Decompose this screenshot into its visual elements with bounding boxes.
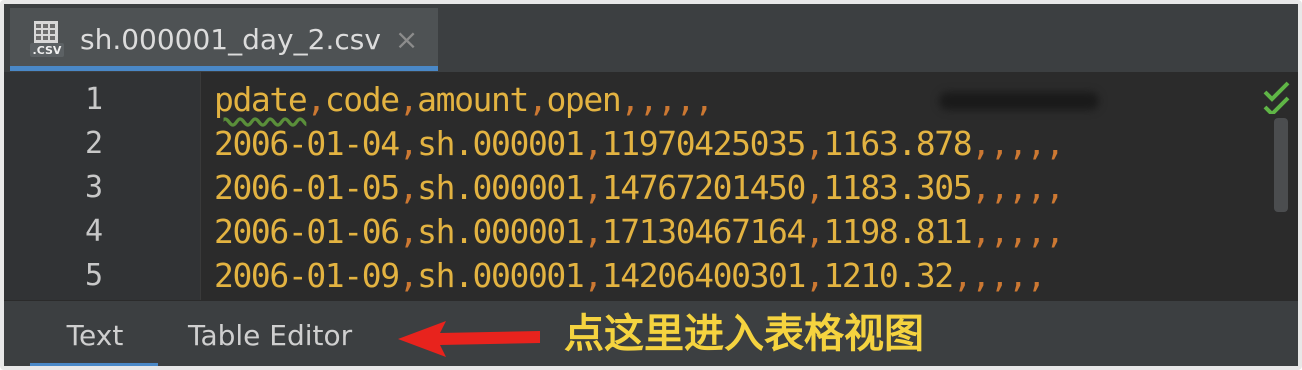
code-line[interactable]: 2006-01-04,sh.000001,11970425035,1163.87… — [214, 122, 1065, 166]
comma-separator: , — [620, 80, 640, 119]
vertical-scrollbar[interactable] — [1274, 118, 1288, 212]
comma-separator: , — [527, 80, 548, 119]
comma-separator: , — [989, 124, 1010, 163]
tab-text[interactable]: Text — [32, 301, 158, 366]
code-line[interactable]: 2006-01-09,sh.000001,14206400301,1210.32… — [214, 254, 1047, 298]
comma-separator: , — [1045, 124, 1065, 163]
csv-cell: sh.000001 — [417, 168, 585, 207]
line-number: 5 — [84, 258, 104, 293]
code-line[interactable]: 2006-01-06,sh.000001,17130467164,1198.81… — [214, 210, 1065, 254]
csv-cell: 1210.32 — [823, 256, 954, 295]
comma-separator: , — [1045, 168, 1065, 207]
tab-table-editor[interactable]: Table Editor — [188, 301, 352, 366]
comma-separator: , — [583, 168, 603, 207]
active-tab-indicator — [10, 66, 438, 71]
csv-cell: sh.000001 — [417, 256, 585, 295]
tab-title: sh.000001_day_2.csv — [80, 22, 381, 56]
close-icon[interactable]: × — [395, 23, 418, 56]
comma-separator: , — [1026, 168, 1047, 207]
comma-separator: , — [971, 256, 991, 295]
line-number: 1 — [84, 82, 104, 117]
csv-cell: 14206400301 — [601, 256, 807, 295]
comma-separator: , — [989, 256, 1010, 295]
comma-separator: , — [638, 80, 659, 119]
editor-tab-bar: .CSV sh.000001_day_2.csv × — [4, 4, 1298, 73]
comma-separator: , — [398, 124, 419, 163]
file-tab[interactable]: .CSV sh.000001_day_2.csv × — [10, 8, 438, 70]
comma-separator: , — [583, 124, 603, 163]
csv-cell: 17130467164 — [601, 212, 807, 251]
comma-separator: , — [1045, 212, 1065, 251]
line-number: 2 — [84, 126, 104, 161]
comma-separator: , — [805, 212, 825, 251]
redacted-area — [939, 92, 1099, 110]
code-line[interactable]: pdate,code,amount,open,,,,, — [214, 78, 714, 122]
comma-separator: , — [1008, 168, 1028, 207]
csv-cell: 14767201450 — [601, 168, 807, 207]
csv-cell: sh.000001 — [417, 124, 585, 163]
comma-separator: , — [989, 168, 1010, 207]
comma-separator: , — [694, 80, 714, 119]
csv-cell: 2006-01-05 — [214, 168, 400, 207]
line-number: 4 — [84, 214, 104, 249]
csv-cell: 2006-01-04 — [214, 124, 400, 163]
active-view-indicator — [30, 363, 158, 366]
csv-cell: amount — [417, 80, 529, 119]
comma-separator: , — [971, 168, 991, 207]
csv-cell: code — [324, 80, 400, 119]
csv-file-icon: .CSV — [30, 19, 66, 59]
csv-cell: 1163.878 — [823, 124, 972, 163]
comma-separator: , — [1008, 256, 1028, 295]
comma-separator: , — [1008, 212, 1028, 251]
comma-separator: , — [398, 80, 419, 119]
comma-separator: , — [971, 124, 991, 163]
comma-separator: , — [398, 168, 419, 207]
code-editor[interactable]: 1 2 3 4 5 pdate,code,amount,open,,,,, 200… — [4, 72, 1298, 300]
csv-cell: 2006-01-06 — [214, 212, 400, 251]
csv-cell: pdate — [214, 80, 308, 119]
line-number-gutter: 1 2 3 4 5 — [4, 72, 201, 300]
comma-separator: , — [1026, 256, 1047, 295]
comma-separator: , — [306, 80, 326, 119]
ide-window: .CSV sh.000001_day_2.csv × 1 2 3 4 5 pda… — [0, 0, 1302, 370]
code-line[interactable]: 2006-01-05,sh.000001,14767201450,1183.30… — [214, 166, 1065, 210]
annotation-text: 点这里进入表格视图 — [564, 311, 924, 357]
csv-cell: 1183.305 — [823, 168, 972, 207]
comma-separator: , — [583, 212, 603, 251]
line-number: 3 — [84, 170, 104, 205]
comma-separator: , — [675, 80, 696, 119]
comma-separator: , — [805, 124, 825, 163]
editor-view-tabs: Text Table Editor 点这里进入表格视图 — [4, 300, 1298, 366]
comma-separator: , — [971, 212, 991, 251]
comma-separator: , — [583, 256, 603, 295]
comma-separator: , — [805, 256, 825, 295]
comma-separator: , — [805, 168, 825, 207]
comma-separator: , — [989, 212, 1010, 251]
comma-separator: , — [1026, 124, 1047, 163]
comma-separator: , — [398, 256, 419, 295]
csv-cell: open — [546, 80, 621, 119]
comma-separator: , — [952, 256, 973, 295]
csv-cell: 2006-01-09 — [214, 256, 400, 295]
csv-cell: sh.000001 — [417, 212, 585, 251]
inspection-ok-checkmark-icon[interactable] — [1262, 80, 1294, 117]
comma-separator: , — [1008, 124, 1028, 163]
comma-separator: , — [398, 212, 419, 251]
csv-cell: 1198.811 — [823, 212, 972, 251]
red-left-arrow-icon — [394, 317, 544, 357]
csv-cell: 11970425035 — [601, 124, 807, 163]
svg-text:.CSV: .CSV — [33, 44, 62, 57]
comma-separator: , — [657, 80, 677, 119]
comma-separator: , — [1026, 212, 1047, 251]
